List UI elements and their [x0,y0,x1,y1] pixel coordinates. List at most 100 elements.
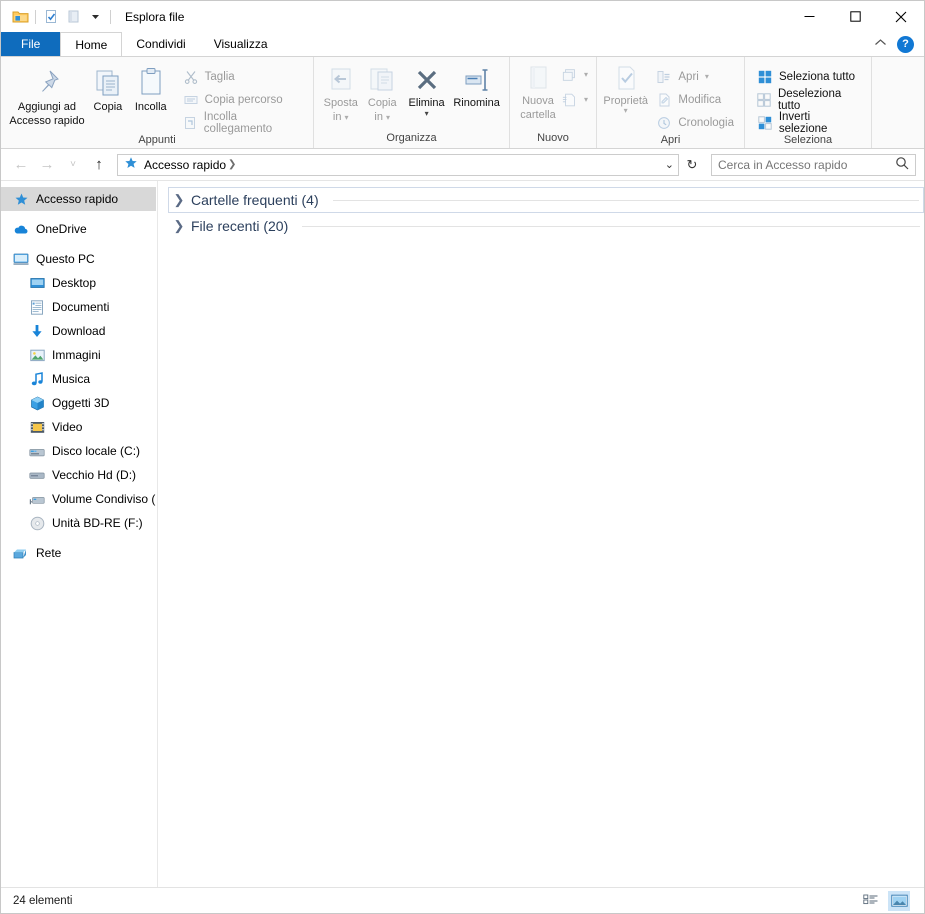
breadcrumb-item-quick-access[interactable]: Accesso rapido [122,156,228,173]
new-folder-label-2: cartella [520,109,556,121]
group-header-file-recenti[interactable]: ❯ File recenti (20) [169,213,924,239]
move-to-label-2: in ▾ [332,111,349,123]
up-button[interactable]: ↑ [87,153,111,177]
sidebar-item-unita-bd-re-f[interactable]: Unità BD-RE (F:) [1,511,157,535]
delete-caret-icon[interactable]: ▾ [425,110,429,118]
back-button[interactable]: ← [9,153,33,177]
copy-to-icon [366,65,398,95]
open-icon [656,69,672,85]
paste-shortcut-button[interactable]: Incolla collegamento [179,111,307,135]
copy-button[interactable]: Copia [87,62,129,113]
sidebar-item-immagini[interactable]: Immagini [1,343,157,367]
history-button[interactable]: Cronologia [652,112,738,133]
add-to-quick-access-button[interactable]: Aggiungi ad Accesso rapido [7,62,87,127]
chevron-right-icon[interactable]: ❯ [173,192,185,208]
select-all-button[interactable]: Seleziona tutto [753,66,865,87]
forward-button[interactable]: → [35,153,59,177]
minimize-button[interactable] [786,1,832,32]
breadcrumb-dropdown[interactable]: ⌄ [665,158,674,171]
new-folder-icon[interactable] [62,6,84,28]
maximize-button[interactable] [832,1,878,32]
sidebar-item-rete[interactable]: Rete [1,541,157,565]
select-none-button[interactable]: Deseleziona tutto [753,88,865,112]
sidebar-item-oggetti-3d[interactable]: Oggetti 3D [1,391,157,415]
refresh-button[interactable]: ↻ [681,154,703,176]
properties-icon[interactable] [40,6,62,28]
group-label: Cartelle frequenti (4) [191,192,319,208]
properties-caret-icon[interactable]: ▾ [624,107,628,115]
open-caret-icon[interactable]: ▾ [705,72,709,80]
easy-access-button[interactable]: ▾ [560,64,590,85]
delete-button[interactable]: Elimina ▾ [403,62,450,118]
3d-objects-icon [29,395,45,411]
delete-icon [412,65,442,95]
sidebar-item-documenti[interactable]: Documenti [1,295,157,319]
status-bar: 24 elementi [1,887,924,913]
recent-locations-button[interactable]: ˅ [61,153,85,177]
download-icon [29,323,45,339]
search-icon[interactable] [895,156,909,173]
group-header-cartelle-frequenti[interactable]: ❯ Cartelle frequenti (4) [168,187,924,213]
easy-access-caret-icon[interactable]: ▾ [584,70,588,78]
folder-icon[interactable] [9,6,31,28]
sidebar-item-video[interactable]: Video [1,415,157,439]
ribbon-group-organizza: Sposta in ▾ Copia in ▾ Elimina ▾ Rinomin… [314,57,510,148]
ribbon-group-seleziona: Seleziona tutto Deseleziona tutto Invert… [745,57,872,148]
rename-button[interactable]: Rinomina [450,62,503,109]
drive-icon [29,467,45,483]
tab-home[interactable]: Home [60,32,123,56]
edit-button[interactable]: Modifica [652,89,738,110]
address-dropdown-icon[interactable]: ⌄ [665,158,674,171]
sidebar-item-musica[interactable]: Musica [1,367,157,391]
documents-icon [29,299,45,315]
breadcrumb-chevron-icon[interactable]: ❯ [228,159,236,170]
sidebar-item-download[interactable]: Download [1,319,157,343]
view-toggle-buttons [860,890,918,911]
edit-label: Modifica [678,93,722,106]
tab-file[interactable]: File [1,32,61,56]
tab-visualizza[interactable]: Visualizza [200,32,282,56]
search-input[interactable] [718,157,895,172]
chevron-right-icon[interactable]: ❯ [173,218,185,234]
add-to-quick-access-label-1: Aggiungi ad [17,101,77,113]
sidebar-item-onedrive[interactable]: OneDrive [1,217,157,241]
invert-selection-button[interactable]: Inverti selezione [753,111,865,135]
move-to-icon [325,65,357,95]
appunti-small-buttons: Taglia Copia percorso Incolla collegamen… [179,62,307,135]
search-box[interactable] [711,153,916,176]
move-to-button[interactable]: Sposta in ▾ [320,62,362,123]
breadcrumb[interactable]: Accesso rapido ❯ ⌄ [117,153,679,176]
sidebar-item-volume-condiviso[interactable]: Volume Condiviso ( [1,487,157,511]
chevron-down-icon[interactable] [84,6,106,28]
sidebar-label: Vecchio Hd (D:) [52,468,137,482]
sidebar-item-vecchio-hd-d[interactable]: Vecchio Hd (D:) [1,463,157,487]
help-icon[interactable]: ? [897,35,914,53]
tab-condividi[interactable]: Condividi [122,32,199,56]
collapse-ribbon-icon[interactable] [874,38,887,50]
close-button[interactable] [878,1,924,32]
cloud-icon [13,221,29,237]
sidebar-item-desktop[interactable]: Desktop [1,271,157,295]
sidebar-item-accesso-rapido[interactable]: Accesso rapido [1,187,156,211]
nuovo-small-buttons: ▾ ▾ [560,62,590,110]
navigation-pane: Accesso rapido OneDrive Questo PC Deskto… [1,181,158,887]
paste-button[interactable]: Incolla [129,62,173,113]
new-folder-button[interactable]: Nuova cartella [516,62,560,121]
video-icon [29,419,45,435]
ribbon-group-title-nuovo: Nuovo [537,132,569,144]
large-icons-view-button[interactable] [888,890,910,911]
new-item-button[interactable]: ▾ [560,89,590,110]
cut-button[interactable]: Taglia [179,66,307,87]
copy-path-button[interactable]: Copia percorso [179,89,307,110]
network-icon [13,545,29,561]
details-view-button[interactable] [860,891,882,911]
sidebar-item-disco-locale-c[interactable]: Disco locale (C:) [1,439,157,463]
properties-button[interactable]: Proprietà ▾ [603,62,648,115]
new-item-caret-icon[interactable]: ▾ [584,95,588,103]
ribbon-group-appunti: Aggiungi ad Accesso rapido Copia Incolla… [1,57,314,148]
sidebar-item-questo-pc[interactable]: Questo PC [1,247,157,271]
rename-icon [461,65,493,95]
file-list-pane[interactable]: ❯ Cartelle frequenti (4) ❯ File recenti … [158,181,924,887]
open-button[interactable]: Apri ▾ [652,66,738,87]
copy-to-button[interactable]: Copia in ▾ [362,62,404,123]
